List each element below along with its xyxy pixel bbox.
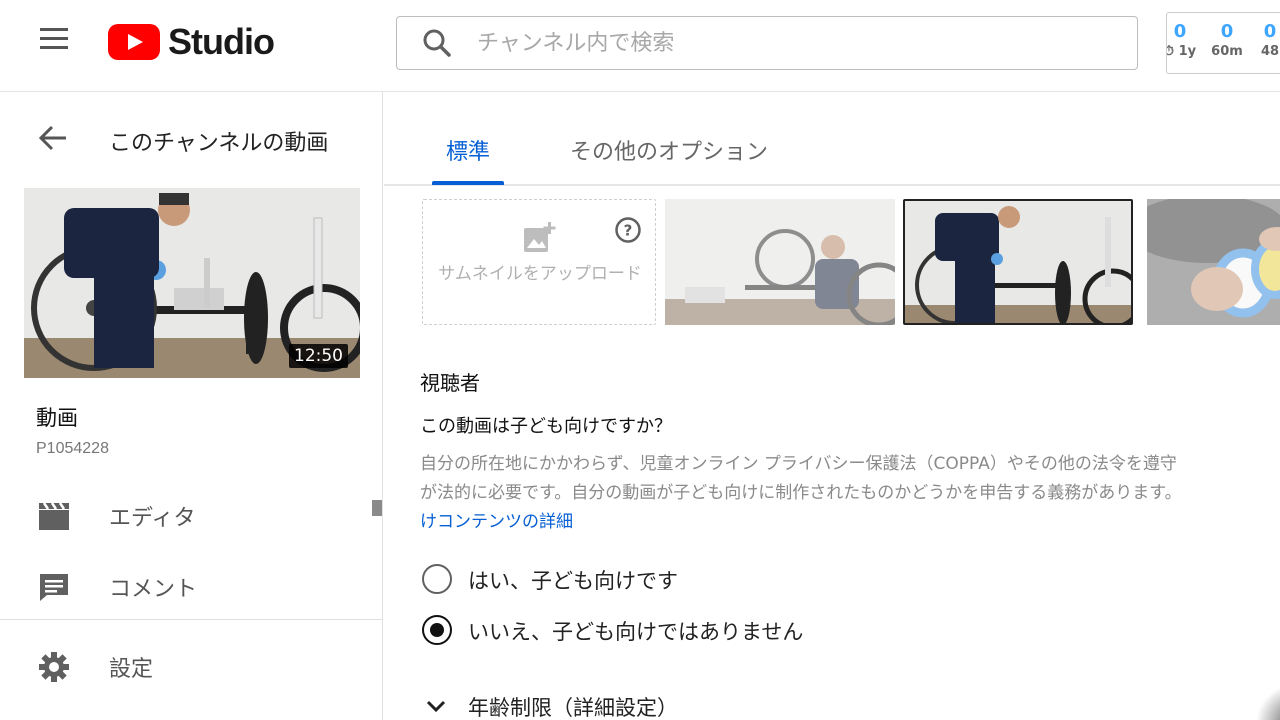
search-input[interactable] xyxy=(477,19,1137,67)
active-tab-indicator xyxy=(432,181,504,185)
radio-button-unchecked[interactable] xyxy=(422,564,452,594)
stat-48h: 0 48 xyxy=(1260,21,1280,59)
top-header: Studio 0 ⏱ 1y 0 60m 0 48 xyxy=(0,0,1280,92)
back-row: このチャンネルの動画 xyxy=(0,92,383,184)
studio-logo[interactable]: Studio xyxy=(108,21,275,62)
coppa-description-line-1: 自分の所在地にかかわらず、児童オンライン プライバシー保護法（COPPA）やその… xyxy=(420,454,1177,474)
comment-icon xyxy=(38,571,70,603)
search-icon[interactable] xyxy=(397,18,477,68)
radio-label-yes: はい、子ども向けです xyxy=(468,569,678,593)
kids-content-details-link[interactable]: けコンテンツの詳細 xyxy=(420,508,1280,537)
realtime-stats[interactable]: 0 ⏱ 1y 0 60m 0 48 xyxy=(1166,12,1280,74)
stat-subscribers: 0 ⏱ 1y xyxy=(1166,21,1197,59)
hamburger-menu-icon[interactable] xyxy=(36,28,72,56)
help-icon[interactable]: ? xyxy=(614,216,642,248)
radio-label-no: いいえ、子ども向けではありません xyxy=(468,620,804,644)
made-for-kids-question: この動画は子ども向けですか？ xyxy=(420,416,672,437)
upload-thumbnail-button[interactable]: ? サムネイルをアップロード xyxy=(422,199,656,325)
editor-clapper-icon xyxy=(38,500,70,532)
auto-thumbnail-1[interactable] xyxy=(665,199,895,325)
coppa-description: 自分の所在地にかかわらず、児童オンライン プライバシー保護法（COPPA）やその… xyxy=(420,450,1280,537)
sidebar: このチャンネルの動画 12:50 動画 P1054228 エディタ コメント 設… xyxy=(0,92,383,720)
sidebar-item-label: 設定 xyxy=(109,657,154,682)
youtube-play-icon xyxy=(108,24,160,60)
tab-bar: 標準 その他のオプション xyxy=(384,92,1280,186)
video-label: 動画 xyxy=(36,406,78,430)
svg-text:?: ? xyxy=(624,222,633,240)
logo-text: Studio xyxy=(168,21,275,62)
sidebar-divider xyxy=(0,619,383,620)
stat-views: 0 60m xyxy=(1211,21,1243,59)
audience-section-title: 視聴者 xyxy=(420,371,480,395)
radio-made-for-kids-yes[interactable]: はい、子ども向けです xyxy=(420,563,740,597)
back-title[interactable]: このチャンネルの動画 xyxy=(109,125,328,157)
age-restriction-label: 年齢制限（詳細設定） xyxy=(468,696,678,720)
age-restriction-expander[interactable]: 年齢制限（詳細設定） xyxy=(424,690,724,720)
tab-standard[interactable]: 標準 xyxy=(446,134,490,166)
radio-made-for-kids-no[interactable]: いいえ、子ども向けではありません xyxy=(420,614,840,648)
main-content: 標準 その他のオプション ? サムネイルをアップロード 視聴者 この動画は子ども… xyxy=(384,92,1280,720)
back-arrow-icon[interactable] xyxy=(38,124,70,152)
tab-more-options[interactable]: その他のオプション xyxy=(570,134,768,166)
chevron-down-icon xyxy=(424,696,448,720)
add-photo-icon xyxy=(522,222,556,258)
floating-button-shadow xyxy=(1236,664,1280,720)
sidebar-item-label: エディタ xyxy=(109,506,196,531)
auto-thumbnail-2-selected[interactable] xyxy=(903,199,1133,325)
sidebar-item-editor[interactable]: エディタ xyxy=(0,486,382,546)
upload-thumbnail-label: サムネイルをアップロード xyxy=(438,264,642,284)
video-thumbnail[interactable]: 12:50 xyxy=(24,188,360,378)
duration-badge: 12:50 xyxy=(289,344,348,368)
sidebar-scrollbar[interactable] xyxy=(372,500,382,516)
radio-button-checked[interactable] xyxy=(422,615,452,645)
coppa-description-line-2: が法的に必要です。自分の動画が子ども向けに制作されたものかどうかを申告する義務が… xyxy=(420,483,1182,503)
search-box[interactable] xyxy=(396,16,1138,70)
video-filename: P1054228 xyxy=(36,440,109,457)
sidebar-item-label: コメント xyxy=(109,577,198,602)
gear-icon xyxy=(38,651,70,683)
sidebar-item-comments[interactable]: コメント xyxy=(0,557,382,617)
auto-thumbnail-3[interactable] xyxy=(1147,199,1280,325)
sidebar-item-settings[interactable]: 設定 xyxy=(0,637,382,697)
